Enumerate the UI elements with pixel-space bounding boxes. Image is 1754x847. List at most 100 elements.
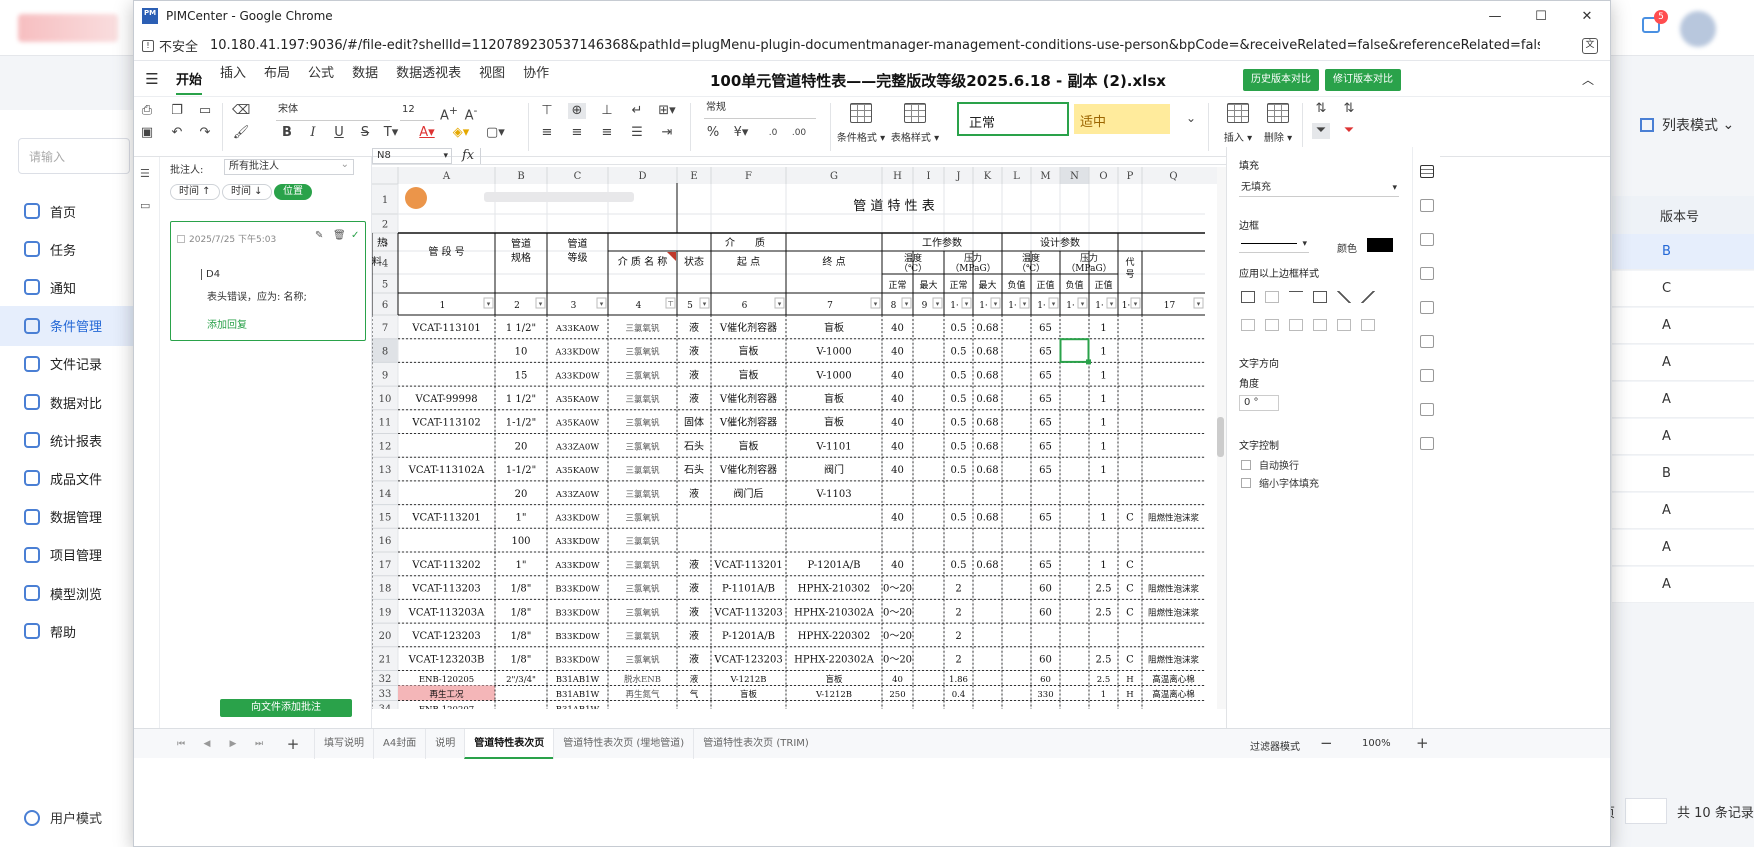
wrap-text-icon[interactable]: ↵: [628, 103, 646, 119]
diagonal-down-icon[interactable]: [1361, 291, 1375, 303]
sidebar-item[interactable]: 成品文件: [0, 458, 134, 498]
bottom-border-icon[interactable]: [1361, 319, 1375, 331]
filter-mode-toggle[interactable]: 过滤器模式: [1250, 738, 1300, 753]
ribbon-tab[interactable]: 数据透视表: [396, 62, 461, 95]
merge-cells-icon[interactable]: ⊞▾: [658, 103, 676, 119]
sidebar-item[interactable]: 数据对比: [0, 382, 134, 422]
increase-font-icon[interactable]: A+: [440, 103, 458, 123]
currency-icon[interactable]: ¥▾: [732, 125, 750, 141]
sheet-tab[interactable]: 管道特性表次页 (埋地管道): [553, 728, 693, 759]
avatar[interactable]: [1680, 11, 1716, 47]
security-indicator[interactable]: ! 不安全: [142, 36, 198, 55]
outer-border-icon[interactable]: [1313, 291, 1327, 303]
pivot-icon[interactable]: [1420, 403, 1434, 416]
border-icon[interactable]: ▢▾: [486, 125, 505, 141]
style-gallery-expand-icon[interactable]: ⌄: [1186, 111, 1196, 125]
collapse-ribbon-icon[interactable]: ︿: [1582, 71, 1594, 88]
inner-borders-icon[interactable]: [1265, 291, 1279, 303]
font-name-select[interactable]: 宋体: [276, 101, 390, 121]
horizontal-center-border-icon[interactable]: [1337, 319, 1351, 331]
print-icon[interactable]: ⎙: [138, 103, 156, 119]
version-row[interactable]: B: [1612, 234, 1754, 270]
history-compare-button[interactable]: 历史版本对比: [1243, 69, 1319, 91]
prev-sheet-icon[interactable]: ◀: [194, 739, 220, 749]
address-bar[interactable]: ! 不安全 10.180.41.197:9036/#/file-edit?shel…: [134, 31, 1610, 61]
formula-input[interactable]: [480, 147, 1226, 164]
sheet-tab[interactable]: A4封面: [373, 728, 425, 759]
shrink-to-fit-checkbox[interactable]: [1241, 477, 1251, 488]
align-left-icon[interactable]: ≡: [538, 125, 556, 141]
zoom-out-icon[interactable]: −: [1320, 734, 1333, 752]
align-center-icon[interactable]: ≡: [568, 125, 586, 141]
vertical-scrollbar[interactable]: [1217, 167, 1226, 709]
version-row[interactable]: A: [1612, 345, 1754, 381]
grid-canvas[interactable]: A B C D E F G H I J K L M N O P Q12345678910111213141516…: [372, 167, 1226, 709]
comment-search-icon[interactable]: ☰: [140, 167, 154, 180]
redo-icon[interactable]: ↷: [196, 125, 214, 141]
strikethrough-icon[interactable]: S: [356, 125, 374, 141]
undo-icon[interactable]: ↶: [168, 125, 186, 141]
comment-checkbox[interactable]: [177, 234, 185, 243]
cell-format-icon[interactable]: [1420, 165, 1434, 178]
ribbon-tab[interactable]: 数据: [352, 62, 378, 95]
minimize-button[interactable]: —: [1472, 1, 1518, 31]
underline-icon[interactable]: U: [330, 125, 348, 141]
version-row[interactable]: A: [1612, 308, 1754, 344]
sidebar-item[interactable]: 帮助: [0, 611, 134, 651]
bold-icon[interactable]: B: [278, 125, 296, 141]
sort-time-asc-button[interactable]: 时间 ↑: [170, 184, 220, 200]
version-row[interactable]: B: [1612, 456, 1754, 492]
table-icon[interactable]: [1420, 199, 1434, 212]
font-color-icon[interactable]: A▾: [418, 125, 436, 141]
top-border-icon[interactable]: [1313, 319, 1327, 331]
conditional-format-button[interactable]: 条件格式 ▾: [836, 103, 886, 144]
align-right-icon[interactable]: ≡: [598, 125, 616, 141]
sidebar-item[interactable]: 任务: [0, 229, 134, 269]
fill-handle[interactable]: [1086, 359, 1091, 365]
align-middle-icon[interactable]: ⊕: [568, 103, 586, 119]
percent-icon[interactable]: %: [704, 125, 722, 141]
ribbon-tab[interactable]: 开始: [176, 69, 203, 95]
comment-icon[interactable]: ▭: [140, 199, 154, 212]
trash-icon[interactable]: 🗑: [333, 230, 346, 241]
decrease-font-icon[interactable]: A-: [462, 103, 480, 123]
sidebar-item[interactable]: 首页: [0, 191, 134, 231]
insert-button[interactable]: 插入 ▾: [1218, 103, 1258, 144]
vertical-center-border-icon[interactable]: [1265, 319, 1279, 331]
cell-style-medium[interactable]: 适中: [1074, 104, 1170, 134]
sheet-tab[interactable]: 管道特性表次页: [464, 728, 554, 759]
text-width-icon[interactable]: T▾: [382, 125, 400, 141]
wrap-text-option[interactable]: 自动换行: [1241, 457, 1299, 472]
decrease-decimal-icon[interactable]: .00: [790, 125, 808, 141]
resolve-check-icon[interactable]: ✓: [351, 230, 359, 241]
version-row[interactable]: A: [1612, 567, 1754, 603]
version-row[interactable]: A: [1612, 530, 1754, 566]
last-sheet-icon[interactable]: ⏭: [246, 739, 272, 749]
angle-input[interactable]: 0 °: [1239, 395, 1279, 411]
all-borders-icon[interactable]: [1241, 291, 1255, 303]
italic-icon[interactable]: I: [304, 125, 322, 141]
border-color-swatch[interactable]: [1367, 238, 1393, 252]
align-top-icon[interactable]: ⊤: [538, 103, 556, 119]
sidebar-item[interactable]: 条件管理: [0, 305, 134, 346]
close-button[interactable]: ✕: [1564, 1, 1610, 31]
version-row[interactable]: A: [1612, 382, 1754, 418]
shrink-to-fit-option[interactable]: 缩小字体填充: [1241, 475, 1319, 490]
function-icon[interactable]: fx: [462, 148, 474, 163]
ribbon-tab[interactable]: 公式: [308, 62, 334, 95]
font-size-select[interactable]: 12: [400, 101, 434, 121]
sheet-tab[interactable]: 填写说明: [314, 728, 373, 759]
sidebar-item[interactable]: 通知: [0, 267, 134, 307]
fill-color-icon[interactable]: ◈▾: [452, 125, 470, 141]
eraser-icon[interactable]: ⌫: [232, 103, 250, 119]
diagonal-up-icon[interactable]: [1337, 291, 1351, 303]
first-sheet-icon[interactable]: ⏮: [168, 739, 194, 749]
sidebar-item[interactable]: 模型浏览: [0, 573, 134, 613]
ribbon-tab[interactable]: 布局: [264, 62, 290, 95]
save-icon[interactable]: ▣: [138, 125, 156, 141]
sidebar-item[interactable]: 文件记录: [0, 344, 134, 384]
version-row[interactable]: C: [1612, 271, 1754, 307]
add-sheet-icon[interactable]: +: [280, 735, 306, 753]
align-bottom-icon[interactable]: ⊥: [598, 103, 616, 119]
translate-icon[interactable]: 文: [1582, 38, 1598, 54]
